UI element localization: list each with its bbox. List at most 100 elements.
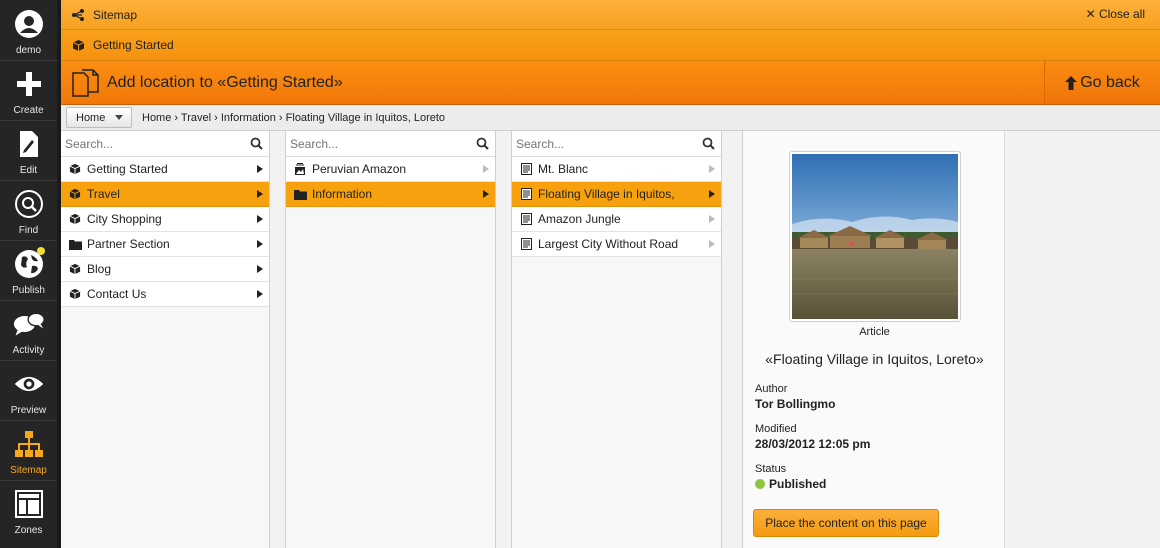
home-dropdown[interactable]: Home [66, 107, 132, 128]
layout-icon [13, 488, 45, 520]
go-back-button[interactable]: Go back [1044, 61, 1160, 104]
chevron-right-icon [483, 165, 489, 173]
sitemap-small-icon [71, 8, 85, 22]
column-1: Getting Started Travel City Shopping Par… [61, 131, 270, 548]
list-item-label: Peruvian Amazon [312, 162, 407, 176]
list-item[interactable]: Floating Village in Iquitos, [512, 182, 721, 207]
column-gap [723, 131, 742, 548]
notification-dot [36, 247, 45, 255]
list-item-label: Contact Us [87, 287, 147, 301]
search-icon[interactable] [702, 137, 715, 153]
search-input[interactable] [286, 131, 495, 156]
sidebar-item-user[interactable]: demo [0, 0, 57, 60]
cube-icon [71, 38, 85, 52]
article-icon [518, 161, 534, 177]
search-input[interactable] [61, 131, 269, 156]
sitemap-icon [13, 428, 45, 460]
close-all-label: Close all [1098, 7, 1145, 21]
content-thumbnail [789, 151, 961, 322]
eye-icon [13, 368, 45, 400]
chat-bubbles-icon [13, 308, 45, 340]
column-2: Peruvian Amazon Information [285, 131, 496, 548]
search-icon[interactable] [250, 137, 263, 153]
column-3: Mt. Blanc Floating Village in Iquitos, A… [511, 131, 722, 548]
chevron-right-icon [709, 165, 715, 173]
sidebar-item-sitemap[interactable]: Sitemap [0, 420, 57, 480]
list-item[interactable]: Contact Us [61, 282, 269, 307]
chevron-right-icon [483, 190, 489, 198]
sidebar-item-zones[interactable]: Zones [0, 480, 57, 540]
status-badge: Published [755, 477, 826, 491]
list-item-label: Partner Section [87, 237, 170, 251]
list-item[interactable]: Getting Started [61, 157, 269, 182]
column-search [512, 131, 721, 157]
search-input[interactable] [512, 131, 721, 156]
list-item[interactable]: Travel [61, 182, 269, 207]
go-back-label: Go back [1080, 73, 1140, 91]
close-icon: ✕ [1085, 7, 1096, 21]
list-item[interactable]: Partner Section [61, 232, 269, 257]
search-icon[interactable] [476, 137, 489, 153]
plus-icon [13, 68, 45, 100]
list-item[interactable]: Largest City Without Road [512, 232, 721, 257]
breadcrumb[interactable]: Home › Travel › Information › Floating V… [142, 112, 445, 124]
caret-down-icon [115, 115, 124, 120]
chevron-right-icon [709, 215, 715, 223]
list-item[interactable]: City Shopping [61, 207, 269, 232]
sidebar-item-label: Create [13, 105, 44, 116]
status-label: Status [755, 463, 787, 475]
cube-icon [67, 211, 83, 227]
article-icon [518, 236, 534, 252]
search-icon [13, 188, 45, 220]
home-label: Home [76, 111, 106, 124]
sidebar-item-publish[interactable]: Publish [0, 240, 57, 300]
sidebar-item-label: Zones [14, 525, 43, 536]
list-item[interactable]: Blog [61, 257, 269, 282]
list-item[interactable]: Information [286, 182, 495, 207]
gallery-icon [292, 161, 308, 177]
sidebar-item-label: Find [18, 225, 39, 236]
chevron-right-icon [709, 190, 715, 198]
sidebar-item-find[interactable]: Find [0, 180, 57, 240]
copy-documents-icon [71, 68, 101, 98]
main-sidebar: demo Create Edit Find Publish Activity P… [0, 0, 57, 548]
content-title: «Floating Village in Iquitos, Loreto» [765, 351, 984, 367]
list-item-label: Largest City Without Road [538, 237, 679, 251]
cube-icon [67, 161, 83, 177]
chevron-right-icon [257, 165, 263, 173]
sidebar-item-label: Preview [10, 405, 47, 416]
sidebar-item-edit[interactable]: Edit [0, 120, 57, 180]
list-item[interactable]: Mt. Blanc [512, 157, 721, 182]
list-item-label: City Shopping [87, 212, 162, 226]
modified-label: Modified [755, 423, 797, 435]
chevron-right-icon [257, 190, 263, 198]
column-gap [497, 131, 511, 548]
list-item-label: Information [312, 187, 373, 201]
sidebar-item-create[interactable]: Create [0, 60, 57, 120]
arrow-up-icon [1065, 75, 1078, 90]
content-type: Article [859, 326, 890, 338]
list-item[interactable]: Amazon Jungle [512, 207, 721, 232]
place-content-button[interactable]: Place the content on this page [753, 509, 939, 537]
sitemap-label: Sitemap [93, 7, 138, 22]
list-item-label: Mt. Blanc [538, 162, 589, 176]
sidebar-item-activity[interactable]: Activity [0, 300, 57, 360]
close-all-button[interactable]: ✕ Close all [1086, 7, 1145, 21]
sidebar-item-label: Edit [19, 165, 38, 176]
sitemap-bar[interactable]: Sitemap ✕ Close all [61, 0, 1160, 30]
chevron-right-icon [257, 215, 263, 223]
list-item-label: Amazon Jungle [538, 212, 621, 226]
chevron-right-icon [257, 265, 263, 273]
action-title: Add location to «Getting Started» [107, 73, 343, 91]
sidebar-item-preview[interactable]: Preview [0, 360, 57, 420]
column-search [286, 131, 495, 157]
sidebar-item-label: Publish [12, 285, 45, 296]
article-icon [518, 186, 534, 202]
list-item-label: Blog [87, 262, 112, 276]
sidebar-item-label: demo [15, 45, 41, 56]
context-bar[interactable]: Getting Started [61, 30, 1160, 61]
cube-icon [67, 286, 83, 302]
list-item[interactable]: Peruvian Amazon [286, 157, 495, 182]
breadcrumb-bar: Home Home › Travel › Information › Float… [61, 105, 1160, 131]
chevron-right-icon [257, 240, 263, 248]
